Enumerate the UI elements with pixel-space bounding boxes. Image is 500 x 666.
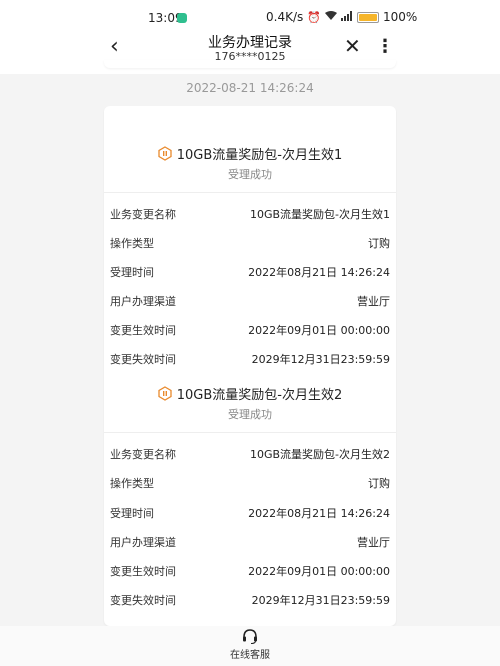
field-value: 2022年08月21日 14:26:24 <box>248 507 390 520</box>
field-value: 订购 <box>368 477 390 490</box>
field-label: 受理时间 <box>110 507 154 520</box>
battery-icon <box>356 11 379 23</box>
divider <box>104 192 396 193</box>
field-value: 2022年08月21日 14:26:24 <box>248 266 390 279</box>
record-header-1: 10GB流量奖励包-次月生效1 受理成功 <box>104 144 396 204</box>
field-value: 10GB流量奖励包-次月生效2 <box>249 448 390 461</box>
record-status: 受理成功 <box>228 408 272 421</box>
field-row: 操作类型 订购 <box>110 232 390 254</box>
more-vertical-icon[interactable]: ⋮ <box>376 36 394 57</box>
field-value: 10GB流量奖励包-次月生效1 <box>249 208 390 221</box>
field-row: 受理时间 2022年08月21日 14:26:24 <box>110 502 390 524</box>
field-value: 2022年09月01日 00:00:00 <box>248 324 390 337</box>
bottom-bar[interactable]: 在线客服 <box>0 626 500 666</box>
status-right-group: 0.4K/s ⏰ 100% <box>266 10 417 24</box>
field-label: 业务变更名称 <box>110 448 176 461</box>
field-label: 受理时间 <box>110 266 154 279</box>
field-row: 操作类型 订购 <box>110 472 390 494</box>
field-value: 2022年09月01日 00:00:00 <box>248 565 390 578</box>
field-label: 业务变更名称 <box>110 208 176 221</box>
app-header: ‹ 业务办理记录 176****0125 ✕ ⋮ <box>0 34 500 74</box>
field-row: 业务变更名称 10GB流量奖励包-次月生效1 <box>110 203 390 225</box>
package-hexagon-icon <box>158 146 172 161</box>
headset-icon[interactable] <box>242 628 258 644</box>
online-service-label[interactable]: 在线客服 <box>0 646 500 661</box>
signal-icon <box>340 10 353 24</box>
field-label: 变更失效时间 <box>110 594 176 607</box>
app-badge-icon <box>177 13 187 23</box>
field-label: 操作类型 <box>110 477 154 490</box>
record-date: 2022-08-21 14:26:24 <box>186 81 314 95</box>
wifi-icon <box>324 10 337 24</box>
field-value: 2029年12月31日23:59:59 <box>251 353 390 366</box>
record-title-row: 10GB流量奖励包-次月生效1 <box>104 144 396 163</box>
field-value: 2029年12月31日23:59:59 <box>251 594 390 607</box>
field-value: 营业厅 <box>357 536 390 549</box>
field-row: 业务变更名称 10GB流量奖励包-次月生效2 <box>110 443 390 465</box>
field-row: 用户办理渠道 营业厅 <box>110 531 390 553</box>
field-label: 变更失效时间 <box>110 353 176 366</box>
record-status: 受理成功 <box>228 168 272 181</box>
record-header-2: 10GB流量奖励包-次月生效2 受理成功 <box>104 384 396 444</box>
field-row: 用户办理渠道 营业厅 <box>110 290 390 312</box>
divider <box>104 432 396 433</box>
record-name: 10GB流量奖励包-次月生效1 <box>176 148 343 163</box>
record-title-row: 10GB流量奖励包-次月生效2 <box>104 384 396 403</box>
network-speed: 0.4K/s <box>266 10 304 24</box>
page-title: 业务办理记录 <box>208 35 292 51</box>
field-row: 变更失效时间 2029年12月31日23:59:59 <box>110 589 390 611</box>
field-row: 变更失效时间 2029年12月31日23:59:59 <box>110 348 390 370</box>
field-row: 变更生效时间 2022年09月01日 00:00:00 <box>110 560 390 582</box>
field-value: 营业厅 <box>357 295 390 308</box>
field-label: 用户办理渠道 <box>110 536 176 549</box>
field-row: 变更生效时间 2022年09月01日 00:00:00 <box>110 319 390 341</box>
close-icon[interactable]: ✕ <box>344 34 361 58</box>
field-label: 用户办理渠道 <box>110 295 176 308</box>
field-label: 变更生效时间 <box>110 324 176 337</box>
field-label: 操作类型 <box>110 237 154 250</box>
record-card: 10GB流量奖励包-次月生效1 受理成功 业务变更名称 10GB流量奖励包-次月… <box>104 106 396 626</box>
field-label: 变更生效时间 <box>110 565 176 578</box>
field-value: 订购 <box>368 237 390 250</box>
package-hexagon-icon <box>158 386 172 401</box>
alarm-icon: ⏰ <box>307 10 321 24</box>
record-name: 10GB流量奖励包-次月生效2 <box>176 388 343 403</box>
status-bar: 13:09 0.4K/s ⏰ 100% <box>0 0 500 34</box>
battery-text: 100% <box>382 10 418 24</box>
previous-card-edge <box>104 60 396 68</box>
field-row: 受理时间 2022年08月21日 14:26:24 <box>110 261 390 283</box>
